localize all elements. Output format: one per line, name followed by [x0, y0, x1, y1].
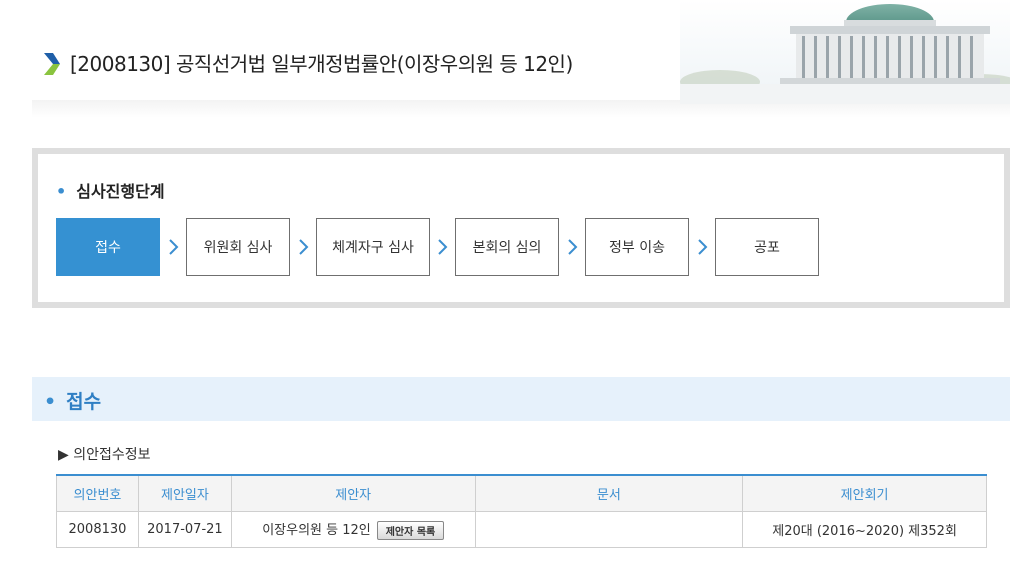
table-header-row: 의안번호 제안일자 제안자 문서 제안회기	[56, 475, 987, 512]
cell-bill-no: 2008130	[56, 510, 139, 548]
chevron-right-icon	[698, 239, 708, 255]
title-arrow-icon	[44, 53, 60, 75]
col-session: 제안회기	[742, 475, 987, 512]
page-header: [2008130] 공직선거법 일부개정법률안(이장우의원 등 12인)	[32, 0, 1010, 118]
table-row: 2008130 2017-07-21 이장우의원 등 12인 제안자 목록 제20…	[56, 510, 987, 548]
chevron-right-icon	[568, 239, 578, 255]
review-stage-panel: • 심사진행단계 접수 위원회 심사 체계자구 심사 본회의 심의 정부 이송 공…	[32, 148, 1010, 308]
section-title-text: 접수	[66, 391, 102, 413]
proposer-text: 이장우의원 등 12인	[262, 522, 371, 538]
bill-receipt-table: 의안번호 제안일자 제안자 문서 제안회기 2008130 2017-07-21…	[56, 474, 987, 548]
cell-proposer: 이장우의원 등 12인 제안자 목록	[230, 510, 476, 548]
col-proposer: 제안자	[230, 475, 476, 512]
national-assembly-building-image	[680, 0, 1010, 104]
section-title: • 접수	[44, 387, 101, 414]
section-band: • 접수	[32, 377, 1010, 421]
proposer-list-button[interactable]: 제안자 목록	[376, 520, 445, 540]
bullet-icon: •	[44, 391, 57, 413]
col-bill-no: 의안번호	[56, 475, 139, 512]
chevron-right-icon	[438, 239, 448, 255]
step-legal-review[interactable]: 체계자구 심사	[316, 218, 430, 276]
col-document: 문서	[474, 475, 744, 512]
cell-document	[474, 510, 744, 548]
cell-date: 2017-07-21	[137, 510, 232, 548]
step-promulgation[interactable]: 공포	[715, 218, 819, 276]
col-date: 제안일자	[137, 475, 232, 512]
bullet-icon: •	[56, 182, 67, 201]
step-received[interactable]: 접수	[56, 218, 160, 276]
bill-receipt-subheading: ▶ 의안접수정보	[58, 447, 151, 463]
page-title: [2008130] 공직선거법 일부개정법률안(이장우의원 등 12인)	[70, 52, 573, 76]
chevron-right-icon	[169, 239, 179, 255]
stage-heading: • 심사진행단계	[56, 178, 165, 202]
step-committee-review[interactable]: 위원회 심사	[186, 218, 290, 276]
chevron-right-icon	[299, 239, 309, 255]
step-government-transfer[interactable]: 정부 이송	[585, 218, 689, 276]
cell-session: 제20대 (2016~2020) 제352회	[742, 510, 987, 548]
step-plenary[interactable]: 본회의 심의	[455, 218, 559, 276]
stage-heading-text: 심사진행단계	[76, 182, 165, 201]
